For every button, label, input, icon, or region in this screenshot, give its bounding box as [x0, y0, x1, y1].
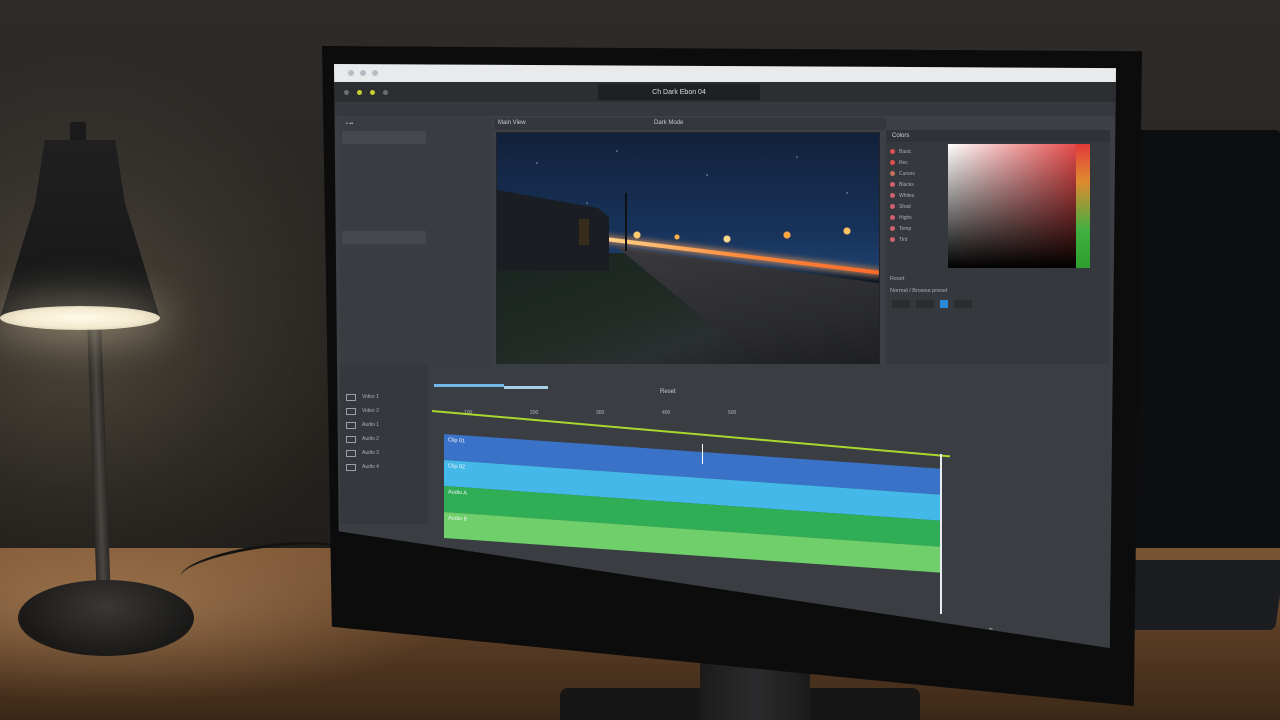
track-header[interactable]: Video 1 [340, 390, 428, 404]
viewer-title: Dark Mode [654, 120, 684, 126]
window-maximize-icon[interactable] [372, 70, 378, 76]
clip-label: Clip 02 [448, 463, 466, 471]
color-panel-row: Reset [890, 276, 905, 282]
track-label: Audio 3 [362, 450, 379, 456]
video-preview[interactable] [496, 132, 880, 374]
timeline-center-label: Reset [660, 389, 676, 395]
track-header[interactable]: Video 2 [340, 404, 428, 418]
preview-house-window [579, 219, 589, 245]
viewer-label: Main View [498, 120, 526, 126]
project-item-selected[interactable] [342, 231, 426, 244]
swatch-dot-icon [890, 160, 895, 165]
project-item[interactable] [340, 144, 492, 157]
project-panel: ▪ ▪▪ [340, 118, 492, 364]
window-close-icon[interactable] [348, 70, 354, 76]
track-icon [346, 407, 356, 415]
swatch-label: Basic [899, 148, 912, 155]
swatch-label: Whites [899, 192, 915, 199]
lamp-bulb-light [0, 306, 160, 330]
second-monitor [1120, 130, 1280, 560]
swatch-row[interactable]: Shad [890, 201, 942, 212]
color-panel-header: Colors [886, 130, 1110, 142]
track-icon [346, 463, 356, 471]
swatch-label: Tint [899, 236, 908, 243]
swatch-dot-icon [890, 237, 895, 242]
swatch-row[interactable]: Basic [890, 146, 942, 157]
swatch-row[interactable]: Whites [890, 190, 942, 201]
color-picker-field[interactable] [948, 144, 1088, 268]
color-swatch-list: Basic Rec Curves Blacks Whites Shad Highs Temp T… [890, 146, 942, 245]
color-chip[interactable] [940, 300, 948, 308]
menu-chip-yellow-icon[interactable] [357, 89, 362, 95]
swatch-row[interactable]: Highs [890, 212, 942, 223]
track-header[interactable]: Audio 2 [340, 432, 428, 446]
track-label: Video 2 [362, 408, 379, 414]
swatch-row[interactable]: Blacks [890, 179, 942, 190]
keyboard [1120, 560, 1280, 630]
clip-label: Audio A [448, 489, 467, 497]
hue-slider[interactable] [1076, 144, 1090, 268]
track-icon [346, 435, 356, 443]
scale-tick-label: 400 [662, 410, 671, 416]
track-label: Audio 4 [362, 464, 379, 470]
track-header[interactable]: Audio 1 [340, 418, 428, 432]
track-header-list: Video 1 Video 2 Audio 1 Audio 2 Audio 3 Audio… [340, 364, 428, 524]
project-item-selected[interactable] [342, 131, 426, 144]
lamp-base [18, 580, 194, 656]
track-label: Video 1 [362, 394, 379, 400]
swatch-dot-icon [890, 182, 895, 187]
timeline-ruler[interactable]: Reset [434, 384, 944, 400]
project-item[interactable] [340, 157, 492, 170]
color-panel-title: Colors [892, 133, 910, 139]
viewer-header: Main View Dark Mode [494, 118, 886, 130]
scale-tick-label: 300 [596, 410, 605, 416]
value-field[interactable] [916, 300, 934, 308]
project-item[interactable]: ▪ ▪▪ [340, 118, 492, 131]
swatch-dot-icon [890, 215, 895, 220]
swatch-row[interactable]: Temp [890, 223, 942, 234]
swatch-dot-icon [890, 204, 895, 209]
swatch-label: Shad [899, 203, 911, 210]
scale-tick-label: 200 [530, 410, 539, 416]
track-label: Audio 1 [362, 422, 379, 428]
swatch-label: Blacks [899, 181, 914, 188]
menu-chip-icon[interactable] [344, 89, 349, 95]
work-area-bar[interactable] [434, 384, 504, 387]
project-item[interactable] [340, 218, 492, 231]
swatch-row[interactable]: Tint [890, 234, 942, 245]
swatch-dot-icon [890, 149, 895, 154]
playhead[interactable] [940, 454, 942, 614]
toolbar [334, 102, 1116, 116]
track-icon [346, 449, 356, 457]
track-label: Audio 2 [362, 436, 379, 442]
work-area-bar-secondary[interactable] [504, 386, 548, 389]
document-title-text: Ch Dark Ebon 04 [652, 88, 706, 96]
track-icon [346, 393, 356, 401]
track-header[interactable]: Audio 4 [340, 460, 428, 474]
menu-chip-icon[interactable] [383, 89, 388, 95]
scale-tick-label: 500 [728, 410, 737, 416]
swatch-row[interactable]: Curves [890, 168, 942, 179]
clip-label: Clip 01 [448, 437, 466, 445]
value-field[interactable] [892, 300, 910, 308]
preview-street-lamp [625, 193, 627, 251]
color-panel-inputs [892, 300, 972, 308]
window-minimize-icon[interactable] [360, 70, 366, 76]
menu-chip-yellow-icon[interactable] [370, 89, 375, 95]
value-field[interactable] [954, 300, 972, 308]
swatch-row[interactable]: Rec [890, 157, 942, 168]
swatch-label: Curves [899, 170, 915, 177]
swatch-dot-icon [890, 193, 895, 198]
color-panel-row: Normal / Browse preset [890, 288, 948, 294]
track-header[interactable]: Audio 3 [340, 446, 428, 460]
timeline-marker[interactable] [702, 444, 703, 464]
clip-label: Audio B [448, 515, 468, 523]
swatch-label: Highs [899, 214, 912, 221]
swatch-dot-icon [890, 226, 895, 231]
track-icon [346, 421, 356, 429]
swatch-dot-icon [890, 171, 895, 176]
swatch-label: Temp [899, 225, 912, 232]
document-title: Ch Dark Ebon 04 [598, 84, 760, 100]
swatch-label: Rec [899, 159, 908, 166]
